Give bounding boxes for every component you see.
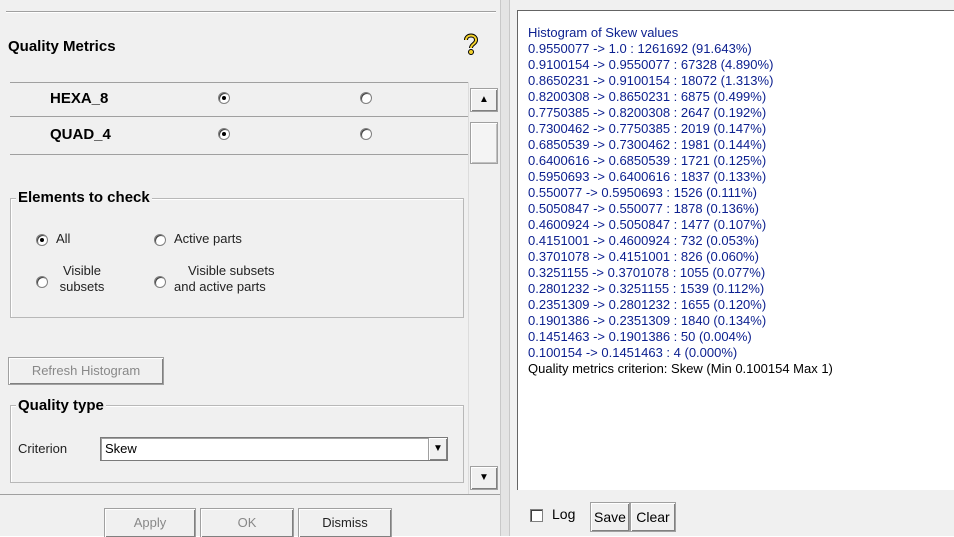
chevron-down-icon[interactable]: ▼ [428,438,447,460]
histogram-summary: Quality metrics criterion: Skew (Min 0.1… [528,361,833,376]
criterion-select[interactable]: Skew ▼ [100,437,448,461]
options-scrollbar[interactable]: ▲ ▼ [468,82,499,494]
radio-quad4-option1[interactable] [218,128,230,140]
radio-visible-subsets-label: Visible subsets [52,263,112,295]
type-label: QUAD_4 [50,126,111,143]
scroll-thumb[interactable] [470,122,498,164]
histogram-line: 0.2801232 -> 0.3251155 : 1539 (0.112%) [528,281,765,296]
histogram-line: 0.3251155 -> 0.3701078 : 1055 (0.077%) [528,265,766,280]
top-separator-highlight [6,12,496,13]
histogram-line: 0.8200308 -> 0.8650231 : 6875 (0.499%) [528,89,767,104]
element-type-list: HEXA_8 QUAD_4 [10,82,470,158]
bottom-separator [0,494,500,495]
histogram-line: 0.550077 -> 0.5950693 : 1526 (0.111%) [528,185,758,200]
histogram-line: 0.4151001 -> 0.4600924 : 732 (0.053%) [528,233,759,248]
histogram-line: 0.1451463 -> 0.1901386 : 50 (0.004%) [528,329,752,344]
radio-all[interactable] [36,234,48,246]
histogram-line: 0.7300462 -> 0.7750385 : 2019 (0.147%) [528,121,767,136]
histogram-line: 0.2351309 -> 0.2801232 : 1655 (0.120%) [528,297,767,312]
histogram-line: 0.7750385 -> 0.8200308 : 2647 (0.192%) [528,105,767,120]
refresh-histogram-button[interactable]: Refresh Histogram [8,357,164,385]
histogram-line: 0.9550077 -> 1.0 : 1261692 (91.643%) [528,41,752,56]
histogram-line: 0.6850539 -> 0.7300462 : 1981 (0.144%) [528,137,767,152]
radio-visible-subsets[interactable] [36,276,48,288]
type-label: HEXA_8 [50,90,109,107]
histogram-panel: Histogram of Skew values 0.9550077 -> 1.… [510,0,954,536]
dismiss-button[interactable]: Dismiss [298,508,392,537]
quality-type-legend: Quality type [16,397,106,414]
type-row-hexa8: HEXA_8 [10,82,470,118]
scroll-down-arrow-icon[interactable]: ▼ [470,466,498,490]
radio-visible-subsets-active-parts-label: Visible subsets and active parts [174,263,274,295]
histogram-output[interactable]: Histogram of Skew values 0.9550077 -> 1.… [517,10,954,490]
radio-hexa8-option1[interactable] [218,92,230,104]
label-line: subsets [59,279,105,294]
radio-all-label: All [56,231,71,246]
save-button[interactable]: Save [590,502,630,532]
histogram-line: 0.4600924 -> 0.5050847 : 1477 (0.107%) [528,217,767,232]
histogram-line: 0.9100154 -> 0.9550077 : 67328 (4.890%) [528,57,774,72]
histogram-line: 0.6400616 -> 0.6850539 : 1721 (0.125%) [528,153,767,168]
help-icon[interactable] [460,30,482,56]
histogram-header: Histogram of Skew values [528,25,679,40]
label-line: Visible [62,263,102,278]
histogram-line: 0.8650231 -> 0.9100154 : 18072 (1.313%) [528,73,774,88]
label-line: and active parts [174,279,266,294]
splitter[interactable] [500,0,510,536]
panel-title: Quality Metrics [8,38,116,55]
log-label: Log [552,506,576,522]
quality-metrics-panel: Quality Metrics HEXA_8 QUAD_4 Elements t… [0,0,500,537]
histogram-line: 0.1901386 -> 0.2351309 : 1840 (0.134%) [528,313,767,328]
histogram-line: 0.3701078 -> 0.4151001 : 826 (0.060%) [528,249,759,264]
row-separator [10,116,470,117]
radio-visible-subsets-active-parts[interactable] [154,276,166,288]
log-checkbox[interactable] [530,509,543,522]
row-separator [10,154,470,155]
elements-to-check-legend: Elements to check [16,189,152,206]
elements-to-check-group [10,198,464,318]
type-row-quad4: QUAD_4 [10,118,470,154]
criterion-label: Criterion [18,441,68,456]
criterion-value: Skew [105,441,137,456]
label-line: Visible subsets [188,263,275,278]
apply-button[interactable]: Apply [104,508,196,537]
histogram-line: 0.5050847 -> 0.550077 : 1878 (0.136%) [528,201,759,216]
radio-active-parts[interactable] [154,234,166,246]
radio-quad4-option2[interactable] [360,128,372,140]
histogram-line: 0.100154 -> 0.1451463 : 4 (0.000%) [528,345,738,360]
scroll-up-arrow-icon[interactable]: ▲ [470,88,498,112]
histogram-line: 0.5950693 -> 0.6400616 : 1837 (0.133%) [528,169,767,184]
ok-button[interactable]: OK [200,508,294,537]
radio-active-parts-label: Active parts [174,231,242,246]
radio-hexa8-option2[interactable] [360,92,372,104]
clear-button[interactable]: Clear [630,502,676,532]
